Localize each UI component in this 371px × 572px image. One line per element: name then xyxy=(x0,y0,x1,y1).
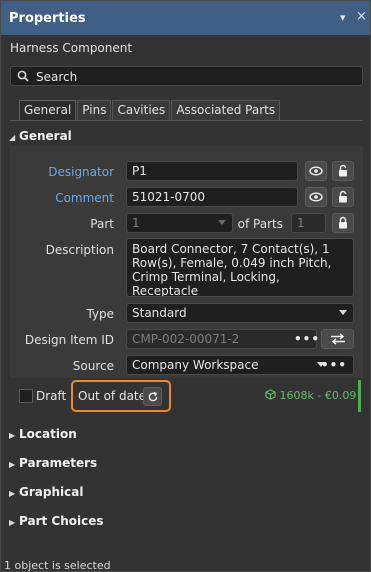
object-type-label: Harness Component xyxy=(10,41,133,55)
lock-icon xyxy=(339,216,347,229)
comment-label[interactable]: Comment xyxy=(21,191,114,205)
tab-divider xyxy=(10,120,363,121)
design-item-id-label: Design Item ID xyxy=(24,333,114,347)
section-graphical-header[interactable]: ▶ Graphical xyxy=(9,485,83,499)
tab-bar: General Pins Cavities Associated Parts xyxy=(19,100,281,120)
collapse-triangle-icon: ▶ xyxy=(9,489,16,498)
panel-titlebar: Properties ▾ × xyxy=(1,1,370,35)
type-label: Type xyxy=(86,307,114,321)
draft-label: Draft xyxy=(36,389,67,403)
tab-cavities[interactable]: Cavities xyxy=(112,100,171,120)
design-item-id-field[interactable]: CMP-002-00071-2 xyxy=(126,329,317,349)
lock-toggle-designator[interactable] xyxy=(332,161,354,181)
section-general-label: General xyxy=(19,129,72,143)
part-select[interactable]: 1 xyxy=(126,213,233,233)
section-part-choices-header[interactable]: ▶ Part Choices xyxy=(9,514,104,528)
source-select[interactable]: Company Workspace ••• xyxy=(126,355,354,375)
section-part-choices-label: Part Choices xyxy=(19,514,104,528)
description-label: Description xyxy=(45,243,114,257)
collapse-triangle-icon: ▶ xyxy=(9,431,16,440)
search-placeholder: Search xyxy=(36,70,78,84)
search-icon xyxy=(17,70,29,82)
unlock-icon xyxy=(339,190,347,203)
of-parts-label: of Parts xyxy=(237,217,283,231)
visibility-toggle-comment[interactable] xyxy=(305,187,327,207)
cube-icon xyxy=(265,389,276,400)
section-location-label: Location xyxy=(19,427,77,441)
source-label: Source xyxy=(72,359,114,373)
collapse-triangle-icon: ▶ xyxy=(9,518,16,527)
lock-toggle-comment[interactable] xyxy=(332,187,354,207)
panel-menu-icon[interactable]: ▾ xyxy=(340,11,346,24)
section-graphical-label: Graphical xyxy=(19,485,84,499)
designator-field[interactable]: P1 xyxy=(126,161,298,181)
swap-component-button[interactable] xyxy=(321,329,354,349)
unlock-icon xyxy=(339,164,347,177)
part-label: Part xyxy=(90,217,114,231)
tab-general[interactable]: General xyxy=(19,100,77,120)
source-ellipsis-icon[interactable]: ••• xyxy=(321,358,347,372)
section-general-header[interactable]: ◢ General xyxy=(9,129,72,143)
search-input[interactable]: Search xyxy=(10,66,363,86)
eye-icon xyxy=(309,192,323,202)
type-select[interactable]: Standard xyxy=(126,303,354,323)
supply-price-text: 1608k - €0.09 xyxy=(279,389,357,402)
panel-title: Properties xyxy=(9,11,86,26)
status-indicator-bar xyxy=(358,380,361,412)
tab-pins[interactable]: Pins xyxy=(77,100,112,120)
collapse-triangle-icon: ▶ xyxy=(9,460,16,469)
lock-toggle-part[interactable] xyxy=(332,213,354,233)
refresh-icon xyxy=(148,391,157,401)
supply-price-badge[interactable]: 1608k - €0.09 xyxy=(265,389,356,402)
update-refresh-button[interactable] xyxy=(143,387,162,406)
type-select-value: Standard xyxy=(132,306,187,320)
properties-panel: Properties ▾ × Harness Component Search … xyxy=(0,0,371,572)
part-select-value: 1 xyxy=(132,216,140,230)
designator-label[interactable]: Designator xyxy=(21,165,114,179)
selection-status-text: 1 object is selected xyxy=(4,559,111,572)
revision-status-label: Out of date xyxy=(78,389,147,403)
visibility-toggle-designator[interactable] xyxy=(305,161,327,181)
eye-icon xyxy=(309,166,323,176)
source-select-value: Company Workspace xyxy=(132,358,259,372)
draft-checkbox[interactable] xyxy=(19,389,33,403)
of-parts-field: 1 xyxy=(291,213,326,233)
description-field[interactable]: Board Connector, 7 Contact(s), 1 Row(s),… xyxy=(126,238,354,297)
section-location-header[interactable]: ▶ Location xyxy=(9,427,77,441)
close-icon[interactable]: × xyxy=(356,9,367,24)
section-parameters-label: Parameters xyxy=(19,456,98,470)
comment-field[interactable]: 51021-0700 xyxy=(126,187,298,207)
expand-triangle-icon: ◢ xyxy=(9,133,16,142)
section-parameters-header[interactable]: ▶ Parameters xyxy=(9,456,97,470)
design-item-id-value: CMP-002-00071-2 xyxy=(132,332,240,346)
browse-ellipsis-icon[interactable]: ••• xyxy=(294,332,320,346)
swap-arrows-icon xyxy=(330,333,345,345)
chevron-down-icon xyxy=(339,310,347,315)
chevron-down-icon xyxy=(218,220,226,225)
status-row: Draft Out of date 1608k - €0.09 xyxy=(10,380,360,412)
tab-associated-parts[interactable]: Associated Parts xyxy=(171,100,281,120)
